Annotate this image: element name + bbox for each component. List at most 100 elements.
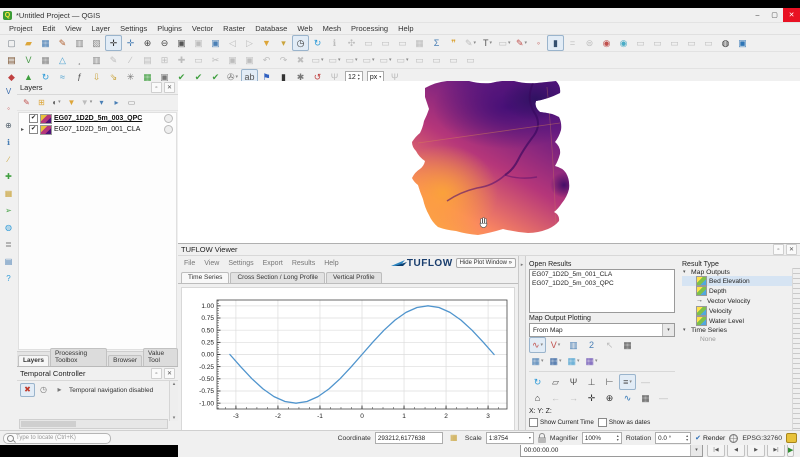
forward-view-icon[interactable]: → bbox=[565, 390, 582, 406]
callout-annotation-icon[interactable]: ✎ bbox=[513, 35, 530, 51]
axis-limits-icon[interactable]: ⊥ bbox=[583, 374, 600, 390]
show-bookmarks-icon[interactable]: ▾ bbox=[275, 35, 292, 51]
close-panel-icon[interactable]: ✕ bbox=[786, 244, 797, 255]
redo-icon[interactable]: ↷ bbox=[275, 52, 292, 68]
topology-checker-icon[interactable]: ◉ bbox=[615, 35, 632, 51]
last-timestep-button[interactable]: ▶| bbox=[767, 443, 785, 457]
help-tool-icon[interactable]: ? bbox=[0, 270, 17, 287]
result-type-item[interactable]: Velocity bbox=[682, 306, 798, 316]
menu-item[interactable]: Vector bbox=[187, 24, 218, 33]
zoom-tool-icon[interactable]: ⊕ bbox=[0, 117, 17, 134]
map-output-custom-icon[interactable]: ▦ bbox=[583, 353, 600, 369]
add-record-icon[interactable]: ⊞ bbox=[156, 52, 173, 68]
identify-features-icon[interactable]: ℹ bbox=[326, 35, 343, 51]
zoom-to-layer-icon[interactable]: ▣ bbox=[207, 35, 224, 51]
row-d-disabled-icon[interactable]: — bbox=[655, 390, 672, 406]
rotation-field[interactable]: 0.0 °▴▾ bbox=[655, 432, 691, 444]
pan-to-selection-icon[interactable]: ✛ bbox=[122, 35, 139, 51]
manage-themes-icon[interactable]: ◐ bbox=[49, 96, 64, 110]
current-edits-icon[interactable]: ✎ bbox=[105, 52, 122, 68]
filter-expression-icon[interactable]: ▼ bbox=[79, 96, 94, 110]
close-panel-icon[interactable]: ✕ bbox=[164, 82, 175, 93]
layer-checkbox[interactable]: ✔ bbox=[29, 114, 38, 123]
result-type-item[interactable]: None bbox=[682, 334, 798, 344]
menu-item[interactable]: Mesh bbox=[318, 24, 346, 33]
zoom-in-icon[interactable]: ⊕ bbox=[139, 35, 156, 51]
more-tools-c-icon[interactable]: ▭ bbox=[445, 52, 462, 68]
remove-layer-icon[interactable]: ▭ bbox=[124, 96, 139, 110]
vertex-tool-icon[interactable]: ✚ bbox=[173, 52, 190, 68]
add-vector-layer-icon[interactable]: V bbox=[20, 52, 37, 68]
next-timestep-button[interactable]: ▶ bbox=[747, 443, 765, 457]
hide-plot-window-button[interactable]: Hide Plot Window » bbox=[456, 258, 516, 268]
map-output-hazard-icon[interactable]: ▦ bbox=[565, 353, 582, 369]
menu-item[interactable]: Help bbox=[393, 24, 418, 33]
add-virtual-layer-icon[interactable]: ▥ bbox=[88, 52, 105, 68]
new-print-layout-icon[interactable]: ▥ bbox=[71, 35, 88, 51]
zoom-plot-icon[interactable]: ⊕ bbox=[601, 390, 618, 406]
menu-item[interactable]: Project bbox=[4, 24, 37, 33]
check-geometry-icon[interactable]: ◉ bbox=[598, 35, 615, 51]
menu-item[interactable]: Settings bbox=[115, 24, 152, 33]
vertical-scrollbar[interactable] bbox=[792, 268, 800, 440]
plot-checkbox[interactable]: Show Current Time bbox=[529, 418, 594, 427]
map-tips-icon[interactable]: ❞ bbox=[445, 35, 462, 51]
data-source-manager-icon[interactable]: ▤ bbox=[3, 52, 20, 68]
temporal-fixed-range-icon[interactable]: ◷ bbox=[36, 383, 51, 397]
tuflow-tab[interactable]: Vertical Profile bbox=[326, 272, 382, 283]
map-output-velocity-icon[interactable]: ▦ bbox=[547, 353, 564, 369]
undo-icon[interactable]: ↶ bbox=[258, 52, 275, 68]
refresh-map-icon[interactable]: ↻ bbox=[309, 35, 326, 51]
statistics-icon[interactable]: Σ bbox=[428, 35, 445, 51]
identify-tool-icon[interactable]: ℹ bbox=[0, 134, 17, 151]
pan-plot-icon[interactable]: ✛ bbox=[583, 390, 600, 406]
open-attribute-table-icon[interactable]: ▦ bbox=[411, 35, 428, 51]
add-layer-tool-icon[interactable]: ✚ bbox=[0, 168, 17, 185]
plot-splitter[interactable]: ▸ bbox=[519, 256, 526, 442]
form-annotation-icon[interactable]: ▭ bbox=[496, 35, 513, 51]
new-project-icon[interactable]: ▢ bbox=[3, 35, 20, 51]
back-view-icon[interactable]: ← bbox=[547, 390, 564, 406]
menu-item[interactable]: Layer bbox=[86, 24, 115, 33]
undock-panel-icon[interactable]: ▫ bbox=[773, 244, 784, 255]
measure-icon[interactable]: = bbox=[564, 35, 581, 51]
menu-item[interactable]: Processing bbox=[346, 24, 393, 33]
layer-indicator-icon[interactable] bbox=[164, 114, 173, 123]
point-tool-icon[interactable]: ◦ bbox=[0, 100, 17, 117]
subplot-config-icon[interactable]: ∿ bbox=[619, 390, 636, 406]
close-panel-icon[interactable]: ✕ bbox=[164, 368, 175, 379]
grid-dark-icon[interactable]: ▦ bbox=[619, 337, 636, 353]
zoom-to-selection-icon[interactable]: ▣ bbox=[190, 35, 207, 51]
zoom-next-icon[interactable]: ▷ bbox=[241, 35, 258, 51]
text-annotation-icon[interactable]: T bbox=[479, 35, 496, 51]
select-features-icon[interactable]: ▭ bbox=[360, 35, 377, 51]
temporal-off-icon[interactable]: ✖ bbox=[20, 383, 35, 397]
labeling-icon[interactable]: ▭ bbox=[309, 52, 326, 68]
temporal-controller-icon[interactable]: ◷ bbox=[292, 35, 309, 51]
save-figure-icon[interactable]: ▦ bbox=[637, 390, 654, 406]
plugin-c-icon[interactable]: ▭ bbox=[666, 35, 683, 51]
menu-item[interactable]: Raster bbox=[218, 24, 250, 33]
zoom-last-icon[interactable]: ◁ bbox=[224, 35, 241, 51]
home-view-icon[interactable]: ⌂ bbox=[529, 390, 546, 406]
cursor-tracking-icon[interactable]: ↖ bbox=[601, 337, 618, 353]
crs-globe-icon[interactable] bbox=[729, 434, 738, 443]
crs-status[interactable]: EPSG:32760 bbox=[742, 435, 782, 442]
tree-group[interactable]: Map Outputs bbox=[682, 269, 798, 276]
refresh-plot-icon[interactable]: ↻ bbox=[529, 374, 546, 390]
layer-row[interactable]: ✔ EG07_1D2D_5m_001_CLA bbox=[19, 124, 176, 135]
more-tools-a-icon[interactable]: ▭ bbox=[411, 52, 428, 68]
add-delimited-text-icon[interactable]: ¸ bbox=[71, 52, 88, 68]
scale-combo[interactable]: 1:8754▾ bbox=[486, 432, 534, 444]
vertical-scrollbar[interactable]: ▴▾ bbox=[169, 381, 178, 421]
first-timestep-button[interactable]: |◀ bbox=[707, 443, 725, 457]
tree-group[interactable]: Time Series bbox=[682, 327, 798, 334]
plugin-a-icon[interactable]: ▭ bbox=[632, 35, 649, 51]
layer-checkbox[interactable]: ✔ bbox=[29, 125, 38, 134]
deselect-features-icon[interactable]: ▭ bbox=[377, 35, 394, 51]
menu-item[interactable]: Web bbox=[292, 24, 317, 33]
more-tools-d-icon[interactable]: ▭ bbox=[462, 52, 479, 68]
play-button[interactable]: ▶ bbox=[787, 443, 794, 457]
add-mesh-layer-icon[interactable]: △ bbox=[54, 52, 71, 68]
plugin-e-icon[interactable]: ▭ bbox=[700, 35, 717, 51]
